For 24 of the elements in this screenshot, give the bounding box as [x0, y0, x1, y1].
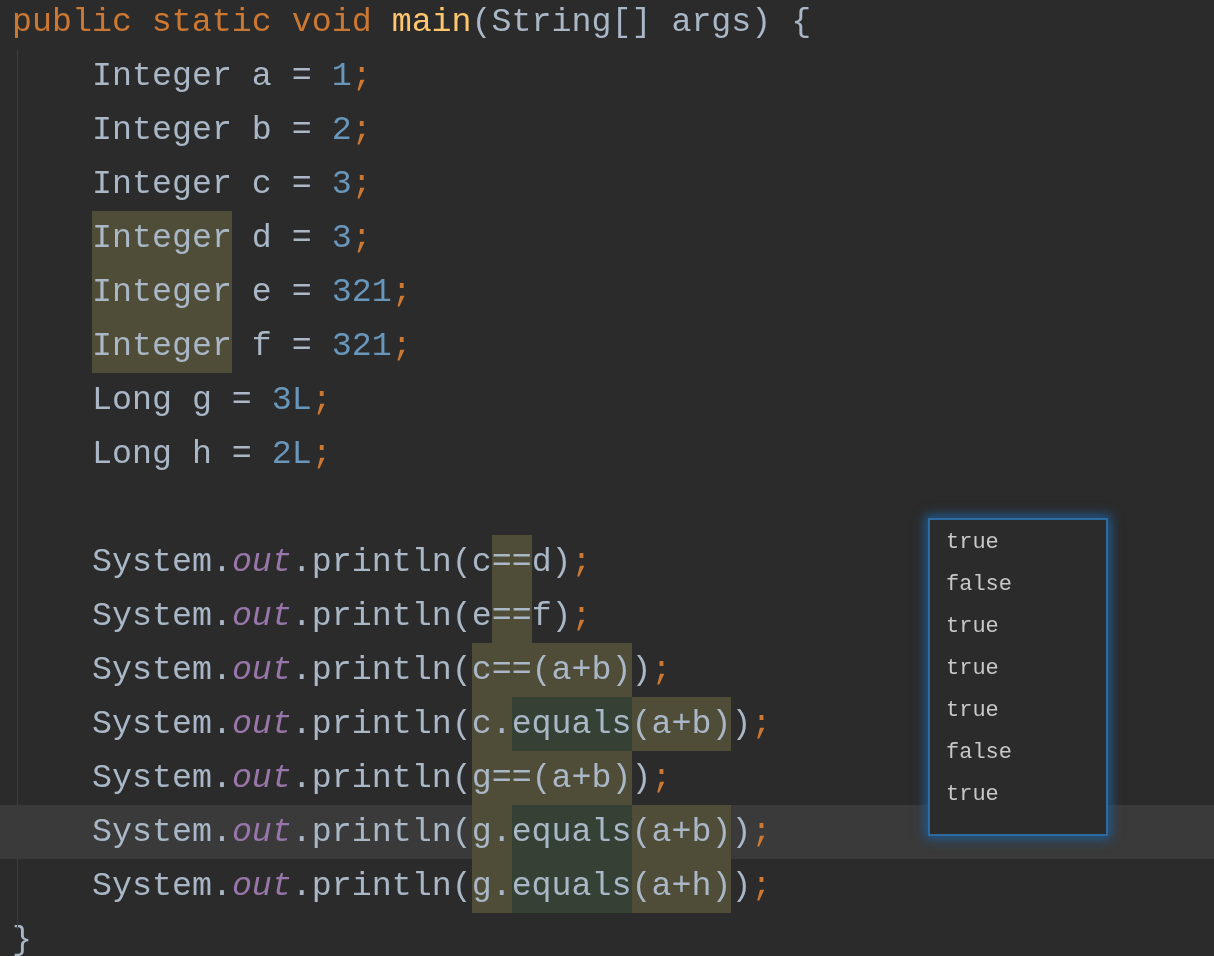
- output-line: true: [946, 529, 999, 557]
- code-line: Integer e = 321;: [12, 265, 412, 319]
- code-line: System.out.println(g.equals(a+h));: [12, 859, 772, 913]
- code-line: Integer b = 2;: [91, 110, 372, 151]
- code-line: public static void main(String[] args) {: [12, 2, 812, 43]
- output-line: true: [946, 613, 999, 641]
- code-line: System.out.println(g==(a+b));: [12, 751, 672, 805]
- code-line: System.out.println(e==f);: [12, 589, 592, 643]
- code-line: System.out.println(g.equals(a+b));: [12, 805, 772, 859]
- code-line: Integer a = 1;: [91, 56, 372, 97]
- code-line: Long h = 2L;: [91, 434, 332, 475]
- code-line: Integer d = 3;: [12, 211, 372, 265]
- output-line: false: [946, 739, 1012, 767]
- output-line: false: [946, 571, 1012, 599]
- code-line: System.out.println(c==d);: [12, 535, 592, 589]
- code-line: System.out.println(c==(a+b));: [12, 643, 672, 697]
- code-line: System.out.println(c.equals(a+b));: [12, 697, 772, 751]
- output-line: true: [946, 781, 999, 809]
- code-line: }: [12, 920, 32, 956]
- code-line: Long g = 3L;: [91, 380, 332, 421]
- output-line: true: [946, 697, 999, 725]
- code-line: Integer c = 3;: [91, 164, 372, 205]
- code-line: Integer f = 321;: [12, 319, 412, 373]
- output-line: true: [946, 655, 999, 683]
